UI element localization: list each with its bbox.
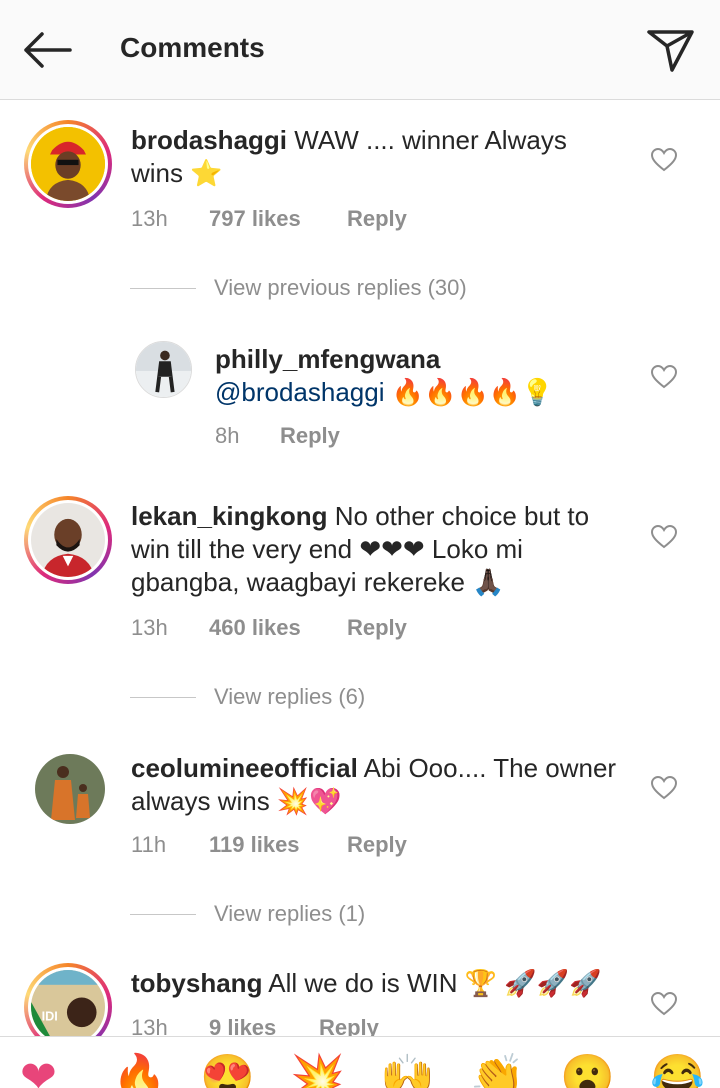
view-replies-link[interactable]: View replies (1) (130, 901, 430, 929)
comment-username[interactable]: ceolumineeofficial (131, 753, 358, 783)
comment-likes[interactable]: 460 likes (209, 615, 301, 641)
send-direct-icon[interactable] (646, 26, 696, 74)
emoji-clap-button[interactable]: 👏 (470, 1053, 525, 1088)
comment-time: 13h (131, 615, 168, 640)
page-title: Comments (120, 32, 265, 63)
reply-text: philly_mfengwana @brodashaggi 🔥🔥🔥🔥💡 (215, 343, 645, 409)
view-replies-link[interactable]: View replies (6) (130, 684, 430, 712)
comment-body: All we do is WIN 🏆 🚀🚀🚀 (268, 968, 602, 998)
comment-time: 11h (131, 832, 167, 857)
reply-time: 8h (215, 423, 240, 448)
comment-text: tobyshang All we do is WIN 🏆 🚀🚀🚀 (131, 967, 631, 1000)
comment-text: lekan_kingkong No other choice but to wi… (131, 500, 621, 599)
emoji-laughing-button[interactable]: 😂 (650, 1053, 705, 1088)
like-heart-icon[interactable] (651, 365, 677, 389)
reply-emojis: 🔥🔥🔥🔥💡 (391, 377, 554, 407)
comment-likes[interactable]: 797 likes (209, 206, 301, 232)
comment-username[interactable]: tobyshang (131, 968, 262, 998)
reply-button[interactable]: Reply (347, 206, 407, 232)
reply-username[interactable]: philly_mfengwana (215, 343, 645, 376)
emoji-fire-button[interactable]: 🔥 (112, 1053, 167, 1088)
emoji-heart-eyes-button[interactable]: 😍 (200, 1053, 255, 1088)
like-heart-icon[interactable] (651, 992, 677, 1016)
avatar[interactable] (135, 341, 192, 398)
mention-link[interactable]: @brodashaggi (215, 377, 385, 407)
replies-divider (130, 697, 196, 698)
quick-emoji-bar: ❤ 🔥 😍 💥 🙌 👏 😮 😂 (0, 1036, 720, 1088)
avatar[interactable] (24, 120, 112, 208)
comment-username[interactable]: brodashaggi (131, 125, 287, 155)
emoji-collision-button[interactable]: 💥 (290, 1053, 345, 1088)
like-heart-icon[interactable] (651, 776, 677, 800)
view-replies-link[interactable]: View previous replies (30) (130, 275, 550, 303)
brodashaggi-avatar-art (31, 127, 105, 201)
comment-username[interactable]: lekan_kingkong (131, 501, 328, 531)
ceolumine-avatar-art (35, 754, 105, 824)
back-arrow-icon[interactable] (22, 30, 72, 70)
comment-text: ceolumineeofficial Abi Ooo.... The owner… (131, 752, 621, 818)
emoji-heart-button[interactable]: ❤ (20, 1053, 57, 1088)
emoji-surprised-button[interactable]: 😮 (560, 1053, 615, 1088)
reply-button[interactable]: Reply (347, 832, 407, 858)
header-bar: Comments (0, 0, 720, 100)
like-heart-icon[interactable] (651, 525, 677, 549)
tobyshang-avatar-art: IDI (31, 970, 105, 1044)
like-heart-icon[interactable] (651, 148, 677, 172)
avatar[interactable] (24, 496, 112, 584)
comment-likes[interactable]: 119 likes (209, 832, 300, 858)
avatar[interactable] (35, 754, 105, 824)
comment-text: brodashaggi WAW .... winner Always wins … (131, 124, 611, 190)
avatar-logo-text: IDI (42, 1010, 58, 1024)
reply-button[interactable]: Reply (347, 615, 407, 641)
reply-button[interactable]: Reply (280, 423, 340, 449)
emoji-raised-hands-button[interactable]: 🙌 (380, 1053, 435, 1088)
replies-divider (130, 288, 196, 289)
comment-time: 13h (131, 206, 168, 231)
lekan-avatar-art (31, 503, 105, 577)
philly-avatar-art (136, 342, 191, 397)
replies-divider (130, 914, 196, 915)
